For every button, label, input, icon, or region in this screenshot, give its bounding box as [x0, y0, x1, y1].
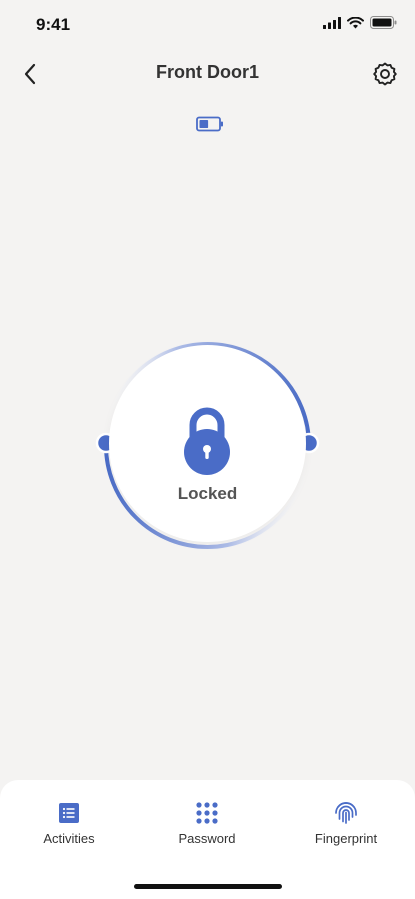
lock-status-label: Locked — [177, 484, 238, 503]
keypad-icon — [194, 800, 220, 826]
status-bar: 9:41 — [0, 0, 415, 50]
page-title: Front Door1 — [156, 62, 259, 82]
tab-fingerprint[interactable]: Fingerprint — [277, 800, 415, 848]
settings-button[interactable] — [369, 58, 401, 90]
device-battery-indicator — [196, 116, 224, 137]
status-time: 9:41 — [36, 15, 71, 34]
wifi-icon — [347, 16, 364, 28]
tab-activities[interactable]: Activities — [0, 800, 138, 848]
tab-label: Password — [178, 831, 236, 846]
gear-icon — [373, 62, 397, 86]
list-icon — [56, 800, 82, 826]
signal-icon — [323, 16, 341, 29]
battery-icon — [370, 16, 397, 29]
bottom-tab-panel: Activities Password Fingerprint — [0, 780, 415, 899]
tab-password[interactable]: Password — [138, 800, 276, 848]
padlock-icon — [184, 407, 230, 475]
tab-label: Fingerprint — [314, 831, 378, 846]
status-icons — [323, 16, 397, 29]
home-indicator — [134, 884, 282, 889]
tab-label: Activities — [43, 831, 95, 846]
battery-icon — [196, 116, 223, 132]
fingerprint-icon — [333, 800, 359, 826]
nav-bar: Front Door1 — [0, 52, 415, 94]
